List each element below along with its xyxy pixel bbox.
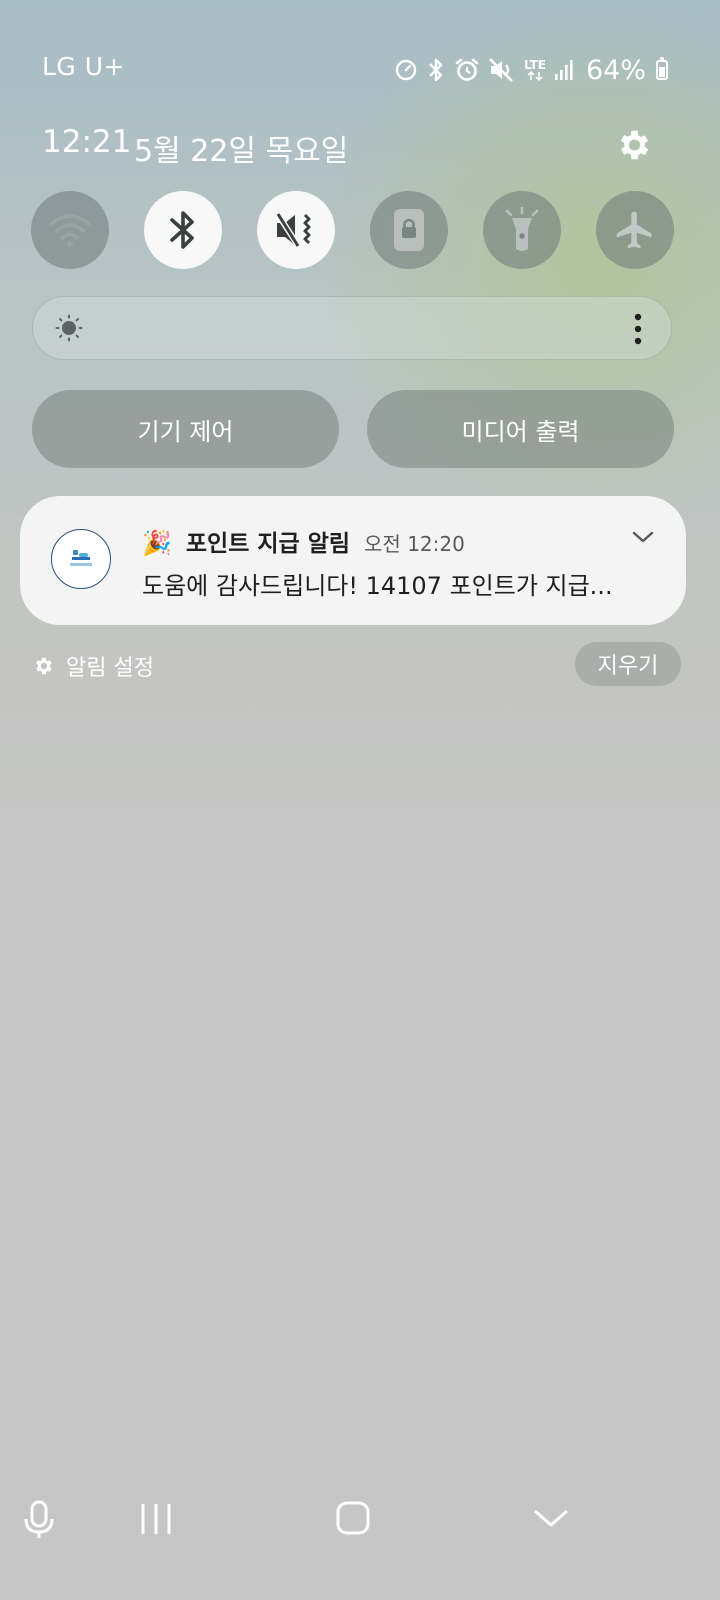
- status-icons: LTE 64%: [394, 52, 668, 88]
- battery-icon: [656, 57, 668, 80]
- mute-icon: [489, 58, 513, 82]
- bluetooth-toggle[interactable]: [144, 191, 222, 269]
- screen-lock-icon: [394, 209, 424, 251]
- lte-icon: LTE: [524, 59, 546, 81]
- data-saver-icon: [395, 59, 417, 81]
- clear-label: 지우기: [597, 654, 659, 679]
- airplane-icon: [616, 211, 652, 249]
- flashlight-icon: [505, 207, 539, 251]
- alarm-icon: [455, 58, 479, 81]
- battery-percent: 64%: [585, 54, 646, 86]
- wifi-icon: [49, 214, 91, 247]
- notification-settings-label: 알림 설정: [66, 656, 154, 681]
- wifi-toggle[interactable]: [31, 191, 109, 269]
- app-logo-mark: [70, 550, 92, 566]
- notification-body: 도움에 감사드립니다! 14107 포인트가 지급...: [142, 572, 613, 600]
- collapse-icon[interactable]: [532, 1506, 570, 1530]
- data-arrows-icon: [527, 71, 543, 81]
- screen-lock-toggle[interactable]: [370, 191, 448, 269]
- microphone-icon[interactable]: [22, 1500, 56, 1540]
- signal-icon: [554, 60, 573, 80]
- media-output-label: 미디어 출력: [461, 417, 580, 446]
- brightness-slider[interactable]: [32, 296, 672, 360]
- clear-button[interactable]: 지우기: [575, 642, 681, 686]
- device-control-label: 기기 제어: [137, 417, 234, 446]
- app-logo-icon: [51, 529, 111, 589]
- gear-icon: [36, 657, 52, 675]
- carrier-name: LG U+: [42, 52, 125, 81]
- date: 5월 22일 목요일: [134, 134, 349, 169]
- chevron-down-icon[interactable]: [630, 526, 656, 546]
- recents-icon[interactable]: [140, 1502, 172, 1536]
- more-vertical-icon[interactable]: [633, 313, 643, 345]
- bluetooth-icon: [429, 58, 443, 82]
- flashlight-toggle[interactable]: [483, 191, 561, 269]
- party-popper-icon: 🎉: [142, 529, 172, 557]
- network-type-label: LTE: [523, 58, 546, 72]
- airplane-toggle[interactable]: [596, 191, 674, 269]
- notification-card[interactable]: 🎉 포인트 지급 알림 오전 12:20 도움에 감사드립니다! 14107 포…: [20, 496, 686, 625]
- notification-title: 포인트 지급 알림: [185, 531, 351, 557]
- device-control-button[interactable]: 기기 제어: [32, 390, 339, 468]
- notification-settings-link[interactable]: 알림 설정: [32, 650, 154, 682]
- mute-vibrate-icon: [274, 211, 311, 249]
- sun-icon: [55, 314, 83, 342]
- clock: 12:21: [42, 124, 132, 160]
- sound-mode-toggle[interactable]: [257, 191, 335, 269]
- notification-header: 🎉 포인트 지급 알림 오전 12:20: [142, 524, 465, 558]
- gear-icon[interactable]: [614, 126, 652, 164]
- media-output-button[interactable]: 미디어 출력: [367, 390, 674, 468]
- home-icon[interactable]: [336, 1501, 370, 1535]
- bluetooth-icon: [170, 211, 194, 249]
- notification-time: 오전 12:20: [364, 532, 465, 556]
